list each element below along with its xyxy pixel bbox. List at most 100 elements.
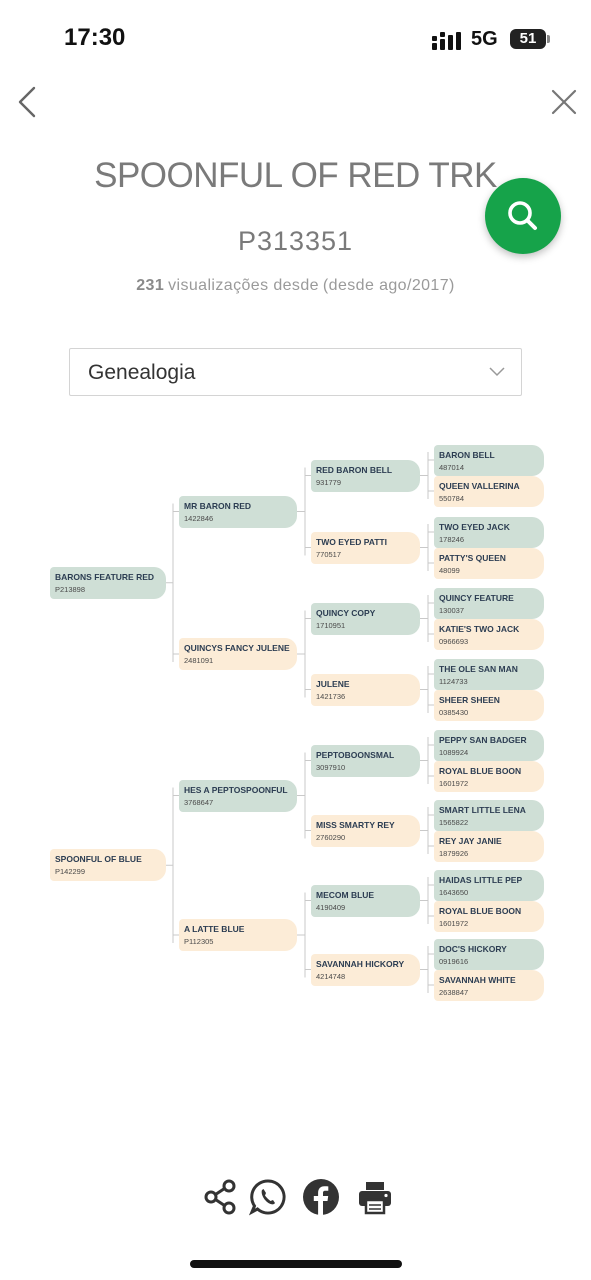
pedigree-node-gen2[interactable]: QUINCYS FANCY JULENE 2481091 <box>179 638 297 670</box>
whatsapp-icon[interactable] <box>249 1178 287 1216</box>
pedigree-horse-reg: 550784 <box>439 493 465 503</box>
pedigree-node-gen4[interactable]: HAIDAS LITTLE PEP 1643650 <box>434 869 544 901</box>
pedigree-node-gen4[interactable]: SAVANNAH WHITE 2638847 <box>434 969 544 1001</box>
pedigree-horse-reg: 48099 <box>439 565 460 575</box>
pedigree-node-gen1[interactable]: SPOONFUL OF BLUE P142299 <box>50 849 166 882</box>
pedigree-horse-reg: P112305 <box>184 937 214 946</box>
section-select-value: Genealogia <box>88 361 196 384</box>
pedigree-horse-name: RED BARON BELL <box>316 464 393 475</box>
pedigree-horse-name: SAVANNAH WHITE <box>439 974 516 985</box>
pedigree-horse-name: QUEEN VALLERINA <box>439 480 520 491</box>
pedigree-horse-reg: 1643650 <box>439 887 469 897</box>
pedigree-horse-reg: 1089924 <box>439 747 469 757</box>
pedigree-horse-reg: 3097910 <box>316 762 346 772</box>
pedigree-node-gen3[interactable]: TWO EYED PATTI 770517 <box>311 531 420 564</box>
pedigree-node-gen4[interactable]: DOC'S HICKORY 0919616 <box>434 938 544 970</box>
share-icon[interactable] <box>202 1178 240 1216</box>
pedigree-horse-name: SAVANNAH HICKORY <box>316 958 405 969</box>
signal-icon <box>432 32 461 50</box>
pedigree-horse-reg: 2760290 <box>316 832 346 842</box>
pedigree-horse-name: BARON BELL <box>439 449 495 460</box>
views-info: 231 visualizações desde (desde ago/2017) <box>0 277 591 295</box>
pedigree-node-gen4[interactable]: BARON BELL 487014 <box>434 444 544 476</box>
pedigree-horse-name: BARONS FEATURE RED <box>55 571 155 582</box>
pedigree-tree: BARONS FEATURE RED P213898 SPOONFUL OF BLU… <box>0 430 591 1010</box>
pedigree-node-gen4[interactable]: QUINCY FEATURE 130037 <box>434 587 544 619</box>
battery-level: 51 <box>510 29 546 49</box>
pedigree-node-gen4[interactable]: KATIE'S TWO JACK 0966693 <box>434 618 544 650</box>
pedigree-horse-name: THE OLE SAN MAN <box>439 663 518 674</box>
pedigree-horse-name: QUINCY COPY <box>316 607 376 618</box>
pedigree-horse-reg: 1601972 <box>439 918 469 928</box>
pedigree-horse-name: PEPPY SAN BADGER <box>439 734 527 745</box>
views-since: (desde ago/2017) <box>322 277 455 294</box>
pedigree-horse-reg: 4214748 <box>316 971 346 981</box>
pedigree-node-gen4[interactable]: PATTY'S QUEEN 48099 <box>434 547 544 579</box>
pedigree-horse-reg: 1879926 <box>439 848 469 858</box>
status-bar: 17:30 5G 51 <box>0 0 591 80</box>
pedigree-horse-reg: 931779 <box>316 477 342 487</box>
pedigree-node-gen2[interactable]: HES A PEPTOSPOONFUL 3768647 <box>179 779 297 812</box>
pedigree-horse-name: QUINCY FEATURE <box>439 592 514 603</box>
chevron-down-icon <box>489 367 505 377</box>
pedigree-node-gen4[interactable]: REY JAY JANIE 1879926 <box>434 830 544 862</box>
status-time: 17:30 <box>64 24 126 51</box>
pedigree-horse-reg: 4190409 <box>316 902 346 912</box>
pedigree-horse-name: HAIDAS LITTLE PEP <box>439 874 523 885</box>
views-count: 231 <box>136 277 165 294</box>
pedigree-horse-name: SPOONFUL OF BLUE <box>55 854 142 865</box>
pedigree-node-gen4[interactable]: SMART LITTLE LENA 1565822 <box>434 799 544 831</box>
pedigree-horse-reg: 770517 <box>316 549 342 559</box>
pedigree-horse-reg: P142299 <box>55 867 86 877</box>
pedigree-horse-reg: 1601972 <box>439 778 469 788</box>
pedigree-horse-reg: 1124733 <box>439 676 468 686</box>
pedigree-horse-name: PATTY'S QUEEN <box>439 552 506 563</box>
pedigree-node-gen4[interactable]: THE OLE SAN MAN 1124733 <box>434 658 544 690</box>
pedigree-horse-name: PEPTOBOONSMAL <box>316 749 395 760</box>
pedigree-node-gen3[interactable]: SAVANNAH HICKORY 4214748 <box>311 953 420 986</box>
pedigree-node-gen4[interactable]: SHEER SHEEN 0385430 <box>434 689 544 721</box>
pedigree-horse-reg: 1422846 <box>184 513 214 523</box>
section-select[interactable]: Genealogia <box>69 348 522 396</box>
pedigree-horse-reg: 2481091 <box>184 656 214 665</box>
pedigree-horse-reg: 130037 <box>439 605 465 615</box>
pedigree-horse-reg: 1565822 <box>439 817 469 827</box>
pedigree-node-gen4[interactable]: ROYAL BLUE BOON 1601972 <box>434 900 544 932</box>
pedigree-node-gen2[interactable]: MR BARON RED 1422846 <box>179 495 297 528</box>
pedigree-horse-reg: 178246 <box>439 534 465 544</box>
pedigree-horse-name: TWO EYED PATTI <box>316 536 387 547</box>
pedigree-horse-name: QUINCYS FANCY JULENE <box>184 643 290 653</box>
pedigree-node-gen1[interactable]: BARONS FEATURE RED P213898 <box>50 566 166 599</box>
back-button[interactable] <box>10 82 46 122</box>
pedigree-node-gen4[interactable]: ROYAL BLUE BOON 1601972 <box>434 760 544 792</box>
pedigree-node-gen4[interactable]: QUEEN VALLERINA 550784 <box>434 475 544 507</box>
pedigree-horse-name: TWO EYED JACK <box>439 521 510 532</box>
pedigree-horse-name: MISS SMARTY REY <box>316 819 395 830</box>
pedigree-horse-name: HES A PEPTOSPOONFUL <box>184 784 288 795</box>
pedigree-node-gen3[interactable]: PEPTOBOONSMAL 3097910 <box>311 744 420 777</box>
print-icon[interactable] <box>356 1178 394 1216</box>
pedigree-horse-name: SMART LITTLE LENA <box>439 804 526 815</box>
pedigree-node-gen3[interactable]: MECOM BLUE 4190409 <box>311 884 420 917</box>
pedigree-horse-reg: 2638847 <box>439 987 469 997</box>
pedigree-node-gen3[interactable]: RED BARON BELL 931779 <box>311 459 420 492</box>
pedigree-horse-name: KATIE'S TWO JACK <box>439 623 520 634</box>
pedigree-horse-name: ROYAL BLUE BOON <box>439 905 522 916</box>
pedigree-horse-name: MECOM BLUE <box>316 889 375 900</box>
pedigree-node-gen2[interactable]: A LATTE BLUE P112305 <box>179 919 297 951</box>
pedigree-horse-name: JULENE <box>316 678 350 689</box>
pedigree-node-gen3[interactable]: QUINCY COPY 1710951 <box>311 602 420 635</box>
pedigree-node-gen3[interactable]: JULENE 1421736 <box>311 673 420 706</box>
pedigree-node-gen3[interactable]: MISS SMARTY REY 2760290 <box>311 814 420 847</box>
close-button[interactable] <box>546 84 582 120</box>
pedigree-horse-reg: 3768647 <box>184 797 214 807</box>
pedigree-horse-reg: 1710951 <box>316 620 346 630</box>
pedigree-node-gen4[interactable]: PEPPY SAN BADGER 1089924 <box>434 729 544 761</box>
pedigree-horse-name: DOC'S HICKORY <box>439 943 507 954</box>
pedigree-horse-name: SHEER SHEEN <box>439 694 500 705</box>
home-indicator <box>190 1260 402 1268</box>
views-label: visualizações desde <box>168 277 319 294</box>
network-type: 5G <box>471 28 498 50</box>
pedigree-node-gen4[interactable]: TWO EYED JACK 178246 <box>434 516 544 548</box>
facebook-icon[interactable] <box>302 1178 340 1216</box>
